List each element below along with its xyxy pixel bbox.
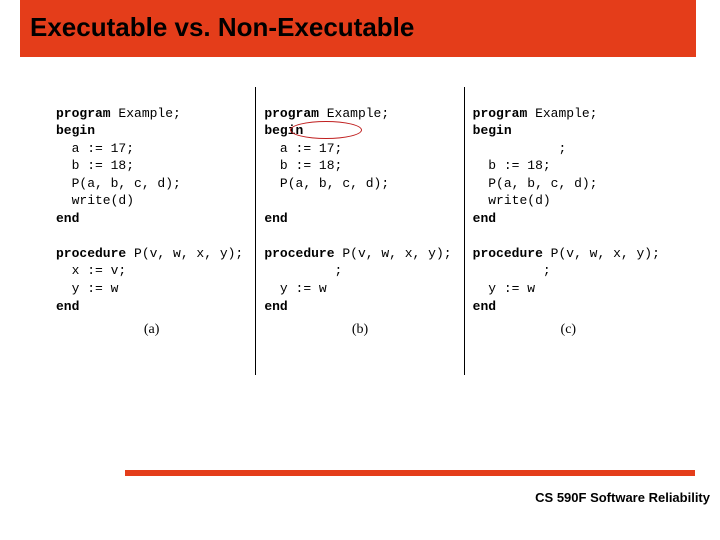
code-line: ; [264, 263, 342, 278]
code-line: P(a, b, c, d); [264, 176, 389, 191]
code-line: b := 18; [56, 158, 134, 173]
column-label-a: (a) [56, 321, 247, 340]
code-line: b := 18; [264, 158, 342, 173]
code-line: write(d) [56, 193, 134, 208]
kw-procedure: procedure [56, 246, 126, 261]
kw-end: end [56, 299, 79, 314]
footer-label: CS 590F Software Reliability [535, 490, 710, 505]
code-line: x := v; [56, 263, 126, 278]
kw-program: program [56, 106, 111, 121]
kw-begin: begin [473, 123, 512, 138]
kw-end: end [473, 299, 496, 314]
kw-end: end [56, 211, 79, 226]
code-line: ; [473, 263, 551, 278]
code-line: P(a, b, c, d); [56, 176, 181, 191]
code-line: y := w [264, 281, 326, 296]
footer-divider [125, 470, 695, 476]
code-line: write(d) [473, 193, 551, 208]
code-line: ; [473, 141, 567, 156]
code-line: y := w [473, 281, 535, 296]
kw-begin: begin [264, 123, 303, 138]
code-line: b := 18; [473, 158, 551, 173]
column-divider [464, 87, 465, 375]
kw-program: program [473, 106, 528, 121]
kw-begin: begin [56, 123, 95, 138]
column-divider [255, 87, 256, 375]
kw-procedure: procedure [264, 246, 334, 261]
column-label-b: (b) [264, 321, 455, 340]
code-line: a := 17; [264, 141, 342, 156]
kw-end: end [473, 211, 496, 226]
code-line: a := 17; [56, 141, 134, 156]
slide-title: Executable vs. Non-Executable [30, 12, 686, 43]
kw-procedure: procedure [473, 246, 543, 261]
code-column-c: program Example; begin ; b := 18; P(a, b… [467, 87, 670, 375]
code-comparison: program Example; begin a := 17; b := 18;… [50, 87, 670, 375]
kw-program: program [264, 106, 319, 121]
kw-end: end [264, 299, 287, 314]
title-bar: Executable vs. Non-Executable [20, 0, 696, 57]
column-label-c: (c) [473, 321, 664, 340]
code-column-b: program Example; begin a := 17; b := 18;… [258, 87, 461, 375]
code-column-a: program Example; begin a := 17; b := 18;… [50, 87, 253, 375]
kw-end: end [264, 211, 287, 226]
code-line: y := w [56, 281, 118, 296]
code-line: P(a, b, c, d); [473, 176, 598, 191]
